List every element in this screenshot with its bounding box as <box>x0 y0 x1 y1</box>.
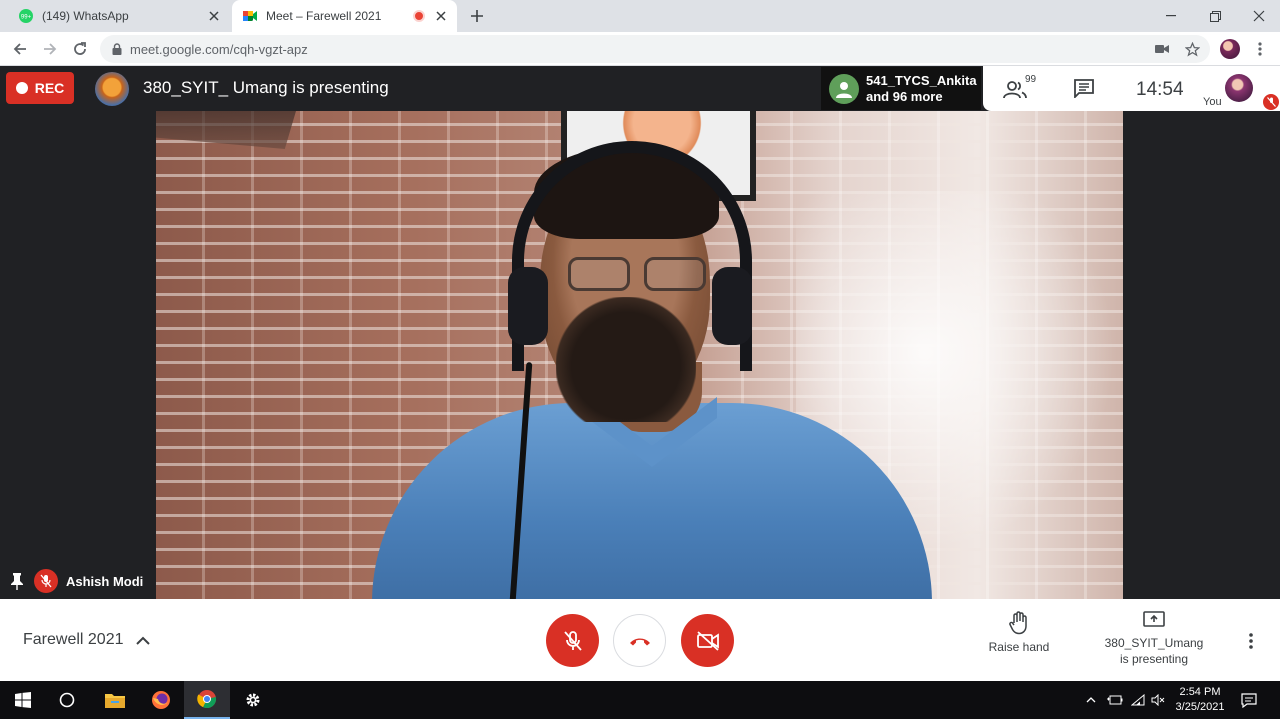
presenter-avatar <box>95 72 129 106</box>
chat-icon[interactable] <box>1073 78 1095 98</box>
battery-icon[interactable] <box>1104 681 1126 719</box>
self-label: You <box>1203 96 1222 108</box>
close-window-icon[interactable] <box>1236 0 1280 32</box>
meeting-clock: 14:54 <box>1136 79 1184 100</box>
muted-mic-icon <box>34 569 58 593</box>
close-icon[interactable] <box>431 6 451 26</box>
reload-icon[interactable] <box>68 37 92 61</box>
more-options-icon[interactable] <box>1240 628 1262 654</box>
meet-top-bar: REC 380_SYIT_ Umang is presenting 541_TY… <box>0 66 1280 111</box>
presenting-title: 380_SYIT_ Umang is presenting <box>143 78 389 97</box>
participant-more: and 96 more <box>866 88 943 104</box>
hang-up-icon <box>629 638 650 645</box>
windows-start-icon[interactable] <box>0 681 46 719</box>
minimize-icon[interactable] <box>1148 0 1194 32</box>
microphone-toggle-button[interactable] <box>546 614 599 667</box>
new-tab-icon[interactable] <box>466 5 488 27</box>
meeting-name: Farewell 2021 <box>23 631 124 648</box>
firefox-icon[interactable] <box>138 681 184 719</box>
participant-name: Ashish Modi <box>66 573 144 589</box>
chrome-taskbar-icon[interactable] <box>184 681 230 719</box>
active-speaker-chip[interactable]: 541_TYCS_Ankita and 96 more <box>821 67 981 110</box>
participant-video-person <box>372 141 932 599</box>
volume-muted-icon[interactable] <box>1148 681 1168 719</box>
video-stage: Ashish Modi <box>0 111 1280 599</box>
presenter-video <box>156 111 1123 599</box>
camera-off-icon <box>696 630 719 651</box>
raise-hand-label: Raise hand <box>988 640 1050 654</box>
people-count: 99 <box>1025 74 1037 85</box>
tab-title: (149) WhatsApp <box>42 9 129 23</box>
presenting-line1: 380_SYIT_Umang <box>1104 636 1204 650</box>
meet-top-right-panel: 99 14:54 You <box>983 66 1280 111</box>
windows-taskbar: 2:54 PM 3/25/2021 <box>0 681 1280 719</box>
restore-icon[interactable] <box>1192 0 1238 32</box>
browser-toolbar: meet.google.com/cqh-vgzt-apz <box>0 32 1280 66</box>
camera-icon[interactable] <box>1150 37 1174 61</box>
lock-icon <box>112 43 122 55</box>
tab-title: Meet – Farewell 2021 <box>266 9 382 23</box>
participant-name: 541_TYCS_Ankita <box>866 72 977 88</box>
presenting-line2: is presenting <box>1119 652 1189 666</box>
chevron-up-icon <box>135 636 150 645</box>
svg-text:99+: 99+ <box>21 15 32 21</box>
hand-icon <box>1009 611 1027 635</box>
address-bar[interactable]: meet.google.com/cqh-vgzt-apz <box>100 35 1210 63</box>
pin-icon[interactable] <box>10 572 24 590</box>
people-button[interactable]: 99 <box>1003 74 1043 102</box>
tab-meet[interactable]: Meet – Farewell 2021 <box>232 0 457 32</box>
cortana-search-icon[interactable] <box>44 681 90 719</box>
participant-avatar <box>829 73 859 104</box>
system-time: 2:54 PM <box>1179 686 1221 698</box>
self-tile[interactable]: You <box>1201 66 1280 111</box>
meeting-details-toggle[interactable]: Farewell 2021 <box>23 631 150 649</box>
present-screen-icon <box>1143 611 1165 627</box>
browser-tab-strip: 99+ (149) WhatsApp Meet – Farewell 2021 <box>0 0 1280 32</box>
google-meet-icon <box>243 11 257 21</box>
recording-indicator-icon <box>413 10 425 22</box>
camera-toggle-button[interactable] <box>681 614 734 667</box>
system-clock[interactable]: 2:54 PM 3/25/2021 <box>1168 685 1232 715</box>
meet-bottom-bar: Farewell 2021 Raise hand 380_SYIT_Umang … <box>0 599 1280 681</box>
settings-gear-icon[interactable] <box>230 681 276 719</box>
bookmark-star-icon[interactable] <box>1180 37 1204 61</box>
action-center-icon[interactable] <box>1236 681 1262 719</box>
presenting-now-button[interactable]: 380_SYIT_Umang is presenting <box>1098 611 1210 667</box>
close-icon[interactable] <box>204 6 224 26</box>
wifi-icon[interactable] <box>1128 681 1148 719</box>
mic-off-icon <box>563 630 582 651</box>
muted-mic-icon <box>1263 94 1279 110</box>
chrome-menu-icon[interactable] <box>1248 37 1272 61</box>
tab-whatsapp[interactable]: 99+ (149) WhatsApp <box>8 0 230 32</box>
system-date: 3/25/2021 <box>1175 701 1225 713</box>
profile-avatar[interactable] <box>1218 37 1242 61</box>
url-text: meet.google.com/cqh-vgzt-apz <box>130 41 308 57</box>
raise-hand-button[interactable]: Raise hand <box>980 611 1058 655</box>
show-hidden-icons-chevron-icon[interactable] <box>1082 681 1100 719</box>
back-icon[interactable] <box>8 37 32 61</box>
forward-icon[interactable] <box>38 37 62 61</box>
whatsapp-icon: 99+ <box>19 9 33 23</box>
file-explorer-icon[interactable] <box>92 681 138 719</box>
recording-badge[interactable]: REC <box>6 72 74 104</box>
leave-call-button[interactable] <box>613 614 666 667</box>
people-icon <box>1003 81 1027 99</box>
self-avatar <box>1225 74 1253 102</box>
record-dot-icon <box>15 82 28 94</box>
participant-name-chip: Ashish Modi <box>0 563 156 599</box>
